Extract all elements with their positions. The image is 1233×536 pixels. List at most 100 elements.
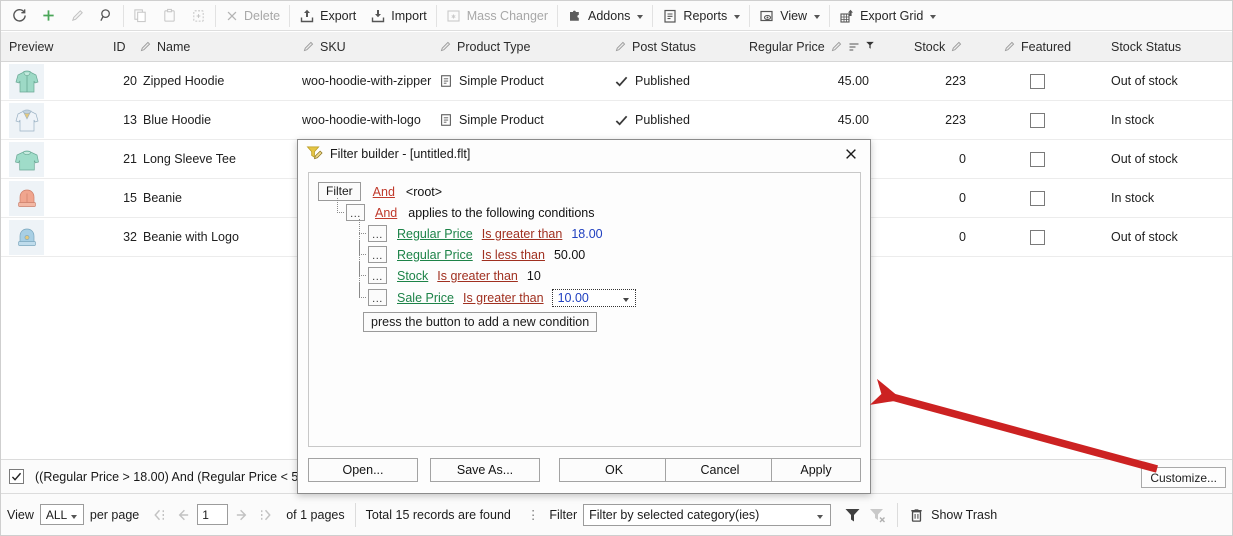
apply-button[interactable]: Apply bbox=[771, 458, 861, 482]
preview-cell[interactable] bbox=[9, 181, 44, 216]
col-sku[interactable]: SKU bbox=[302, 32, 346, 61]
prev-page-icon[interactable] bbox=[174, 508, 191, 522]
preview-cell[interactable] bbox=[9, 103, 44, 138]
col-featured[interactable]: Featured bbox=[1003, 32, 1071, 61]
filter-enabled-checkbox[interactable] bbox=[9, 469, 24, 484]
overflow-dots[interactable]: ... bbox=[605, 528, 618, 536]
export-button[interactable]: Export bbox=[292, 3, 363, 29]
condition-operator[interactable]: Is greater than bbox=[437, 269, 518, 283]
trash-icon[interactable] bbox=[908, 506, 925, 524]
filter-group-row[interactable]: ... And applies to the following conditi… bbox=[316, 202, 860, 223]
filter-chip[interactable]: Filter bbox=[318, 182, 361, 201]
dialog-titlebar[interactable]: Filter builder - [untitled.flt] bbox=[298, 140, 870, 167]
reports-button[interactable]: Reports bbox=[655, 3, 747, 29]
customize-button[interactable]: Customize... bbox=[1141, 467, 1226, 488]
col-regular-price[interactable]: Regular Price bbox=[749, 32, 875, 61]
edit-button[interactable] bbox=[63, 3, 92, 29]
featured-checkbox[interactable] bbox=[1030, 152, 1045, 167]
search-button[interactable] bbox=[92, 3, 121, 29]
col-name[interactable]: Name bbox=[139, 32, 190, 61]
filter-tree-panel[interactable]: Filter And <root> ... And applies to the… bbox=[308, 172, 861, 447]
condition-menu-button[interactable]: ... bbox=[368, 225, 387, 242]
condition-menu-button[interactable]: ... bbox=[368, 289, 387, 306]
cancel-button[interactable]: Cancel bbox=[665, 458, 775, 482]
paste-button[interactable] bbox=[155, 3, 184, 29]
group-operator[interactable]: And bbox=[375, 206, 397, 220]
filter-expression[interactable]: ((Regular Price > 18.00) And (Regular Pr… bbox=[35, 470, 331, 484]
condition-operator[interactable]: Is greater than bbox=[482, 227, 563, 241]
featured-checkbox[interactable] bbox=[1030, 113, 1045, 128]
sort-ascending-icon[interactable] bbox=[848, 41, 860, 53]
ok-button[interactable]: OK bbox=[559, 458, 669, 482]
featured-cell[interactable] bbox=[1030, 62, 1045, 100]
featured-cell[interactable] bbox=[1030, 140, 1045, 178]
column-filter-icon[interactable] bbox=[865, 40, 875, 50]
col-product-type[interactable]: Product Type bbox=[439, 32, 530, 61]
import-button[interactable]: Import bbox=[363, 3, 433, 29]
save-as-label: Save As... bbox=[457, 463, 513, 477]
paste-special-button[interactable] bbox=[184, 3, 213, 29]
mass-changer-button[interactable]: Mass Changer bbox=[439, 3, 555, 29]
col-id[interactable]: ID bbox=[113, 32, 126, 61]
condition-operator[interactable]: Is greater than bbox=[463, 291, 544, 305]
funnel-icon[interactable] bbox=[843, 506, 862, 524]
col-stock-status[interactable]: Stock Status bbox=[1111, 32, 1181, 61]
condition-operator[interactable]: Is less than bbox=[482, 248, 545, 262]
featured-cell[interactable] bbox=[1030, 101, 1045, 139]
condition-field[interactable]: Regular Price bbox=[397, 248, 473, 262]
chevron-down-icon[interactable] bbox=[623, 298, 629, 302]
addons-button[interactable]: Addons bbox=[560, 3, 650, 29]
featured-cell[interactable] bbox=[1030, 218, 1045, 256]
category-filter-select[interactable]: Filter by selected category(ies) bbox=[583, 504, 831, 526]
featured-checkbox[interactable] bbox=[1030, 74, 1045, 89]
condition-menu-button[interactable]: ... bbox=[368, 267, 387, 284]
col-post-status[interactable]: Post Status bbox=[614, 32, 696, 61]
show-trash-label[interactable]: Show Trash bbox=[931, 508, 997, 522]
copy-button[interactable] bbox=[126, 3, 155, 29]
featured-checkbox[interactable] bbox=[1030, 230, 1045, 245]
condition-field[interactable]: Stock bbox=[397, 269, 428, 283]
col-stock[interactable]: Stock bbox=[914, 32, 963, 61]
featured-checkbox[interactable] bbox=[1030, 191, 1045, 206]
group-menu-button[interactable]: ... bbox=[346, 204, 365, 221]
save-as-button[interactable]: Save As... bbox=[430, 458, 540, 482]
root-operator[interactable]: And bbox=[373, 185, 395, 199]
preview-cell[interactable] bbox=[9, 64, 44, 99]
preview-cell[interactable] bbox=[9, 220, 44, 255]
preview-cell[interactable] bbox=[9, 142, 44, 177]
funnel-clear-icon[interactable] bbox=[868, 506, 887, 524]
filter-condition-row[interactable]: ... Regular Price Is less than 50.00 bbox=[316, 244, 860, 265]
condition-field[interactable]: Sale Price bbox=[397, 291, 454, 305]
pencil-icon bbox=[950, 40, 963, 53]
page-number-input[interactable]: 1 bbox=[197, 504, 228, 525]
grip-handle[interactable]: ⋮ bbox=[527, 507, 540, 522]
refresh-button[interactable] bbox=[5, 3, 34, 29]
add-condition-hint-row[interactable]: press the button to add a new condition bbox=[316, 311, 860, 332]
featured-cell[interactable] bbox=[1030, 179, 1045, 217]
open-button[interactable]: Open... bbox=[308, 458, 418, 482]
condition-value[interactable]: 10 bbox=[527, 269, 541, 283]
add-button[interactable] bbox=[34, 3, 63, 29]
first-page-icon[interactable] bbox=[151, 508, 168, 522]
condition-field[interactable]: Regular Price bbox=[397, 227, 473, 241]
next-page-icon[interactable] bbox=[234, 508, 251, 522]
filter-root-row[interactable]: Filter And <root> bbox=[316, 181, 860, 202]
toolbar-divider bbox=[652, 5, 653, 27]
table-row[interactable]: 13 Blue Hoodie woo-hoodie-with-logo Simp… bbox=[1, 101, 1233, 140]
view-button[interactable]: View bbox=[752, 3, 827, 29]
filter-condition-row[interactable]: ... Stock Is greater than 10 bbox=[316, 265, 860, 286]
condition-value[interactable]: 50.00 bbox=[554, 248, 585, 262]
last-page-icon[interactable] bbox=[257, 508, 274, 522]
filter-condition-row[interactable]: ... Regular Price Is greater than 18.00 bbox=[316, 223, 860, 244]
dialog-close-button[interactable] bbox=[838, 143, 864, 165]
condition-menu-button[interactable]: ... bbox=[368, 246, 387, 263]
filter-condition-row[interactable]: ... Sale Price Is greater than 10.00 bbox=[316, 286, 860, 309]
per-page-select[interactable]: ALL bbox=[40, 504, 84, 525]
table-row[interactable]: 20 Zipped Hoodie woo-hoodie-with-zipper … bbox=[1, 62, 1233, 101]
condition-value[interactable]: 18.00 bbox=[571, 227, 602, 241]
delete-button[interactable]: Delete bbox=[218, 3, 287, 29]
condition-value-editor[interactable]: 10.00 bbox=[552, 289, 636, 307]
add-condition-hint[interactable]: press the button to add a new condition bbox=[363, 312, 597, 332]
col-preview[interactable]: Preview bbox=[9, 32, 53, 61]
export-grid-button[interactable]: Export Grid bbox=[832, 3, 943, 29]
